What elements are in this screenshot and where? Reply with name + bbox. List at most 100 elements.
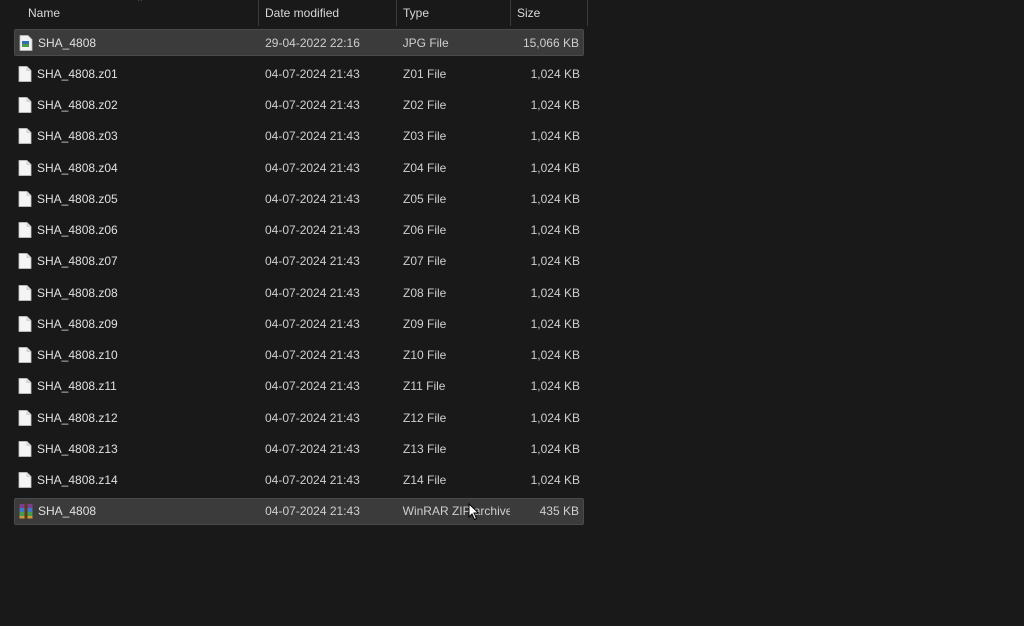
- file-date-modified: 04-07-2024 21:43: [265, 129, 360, 144]
- file-date-modified: 04-07-2024 21:43: [265, 504, 360, 519]
- file-date-modified: 04-07-2024 21:43: [265, 254, 360, 269]
- blank-file-icon: [18, 97, 32, 113]
- file-size: 1,024 KB: [530, 66, 580, 81]
- file-row[interactable]: SHA_4808.z05 04-07-2024 21:43 Z05 File 1,02…: [14, 185, 584, 212]
- file-type: Z11 File: [403, 379, 446, 394]
- sort-ascending-icon: ⌃: [136, 0, 144, 7]
- file-name-cell: SHA_4808.z13: [14, 440, 259, 457]
- file-row[interactable]: SHA_4808.z08 04-07-2024 21:43 Z08 File 1,02…: [14, 279, 584, 306]
- file-name-cell: SHA_4808.z03: [14, 128, 259, 145]
- file-size: 1,024 KB: [530, 379, 580, 394]
- file-row[interactable]: SHA_4808.z04 04-07-2024 21:43 Z04 File 1,02…: [14, 154, 584, 181]
- file-name: SHA_4808.z05: [37, 191, 118, 206]
- file-explorer-list: ⌃ Name Date modified Type Size SHA_4808 2…: [0, 0, 1024, 626]
- file-date-modified: 04-07-2024 21:43: [265, 223, 360, 237]
- file-row[interactable]: SHA_4808.z11 04-07-2024 21:43 Z11 File 1,02…: [14, 373, 584, 400]
- column-header-size[interactable]: Size: [511, 0, 588, 26]
- file-type: JPG File: [402, 35, 449, 50]
- file-name-cell: SHA_4808.z02: [14, 97, 259, 113]
- column-header-date[interactable]: Date modified: [259, 0, 397, 26]
- file-type: WinRAR ZIP archive: [402, 504, 511, 519]
- file-type: Z09 File: [403, 316, 447, 331]
- blank-file-icon: [18, 128, 32, 145]
- file-type: Z06 File: [403, 223, 447, 237]
- file-size: 1,024 KB: [530, 285, 580, 300]
- file-row[interactable]: SHA_4808.z14 04-07-2024 21:43 Z14 File 1,02…: [14, 467, 584, 494]
- file-name-cell: SHA_4808: [15, 34, 259, 51]
- file-size: 1,024 KB: [530, 129, 580, 144]
- blank-file-icon: [18, 65, 32, 82]
- file-name: SHA_4808.z11: [37, 379, 117, 394]
- file-row[interactable]: SHA_4808.z09 04-07-2024 21:43 Z09 File 1,02…: [14, 310, 584, 337]
- blank-file-icon: [18, 347, 32, 363]
- file-size: 1,024 KB: [530, 98, 580, 112]
- file-type: Z08 File: [403, 285, 447, 300]
- column-header-size-label: Size: [517, 6, 541, 20]
- file-row[interactable]: SHA_4808.z13 04-07-2024 21:43 Z13 File 1,02…: [14, 435, 584, 462]
- file-size: 1,024 KB: [530, 223, 580, 237]
- file-name: SHA_4808.z02: [37, 98, 118, 112]
- column-header-name-label: Name: [28, 6, 61, 20]
- file-type: Z14 File: [403, 473, 447, 487]
- file-size: 1,024 KB: [530, 254, 580, 269]
- file-size: 1,024 KB: [530, 473, 580, 487]
- file-size: 1,024 KB: [530, 191, 580, 206]
- blank-file-icon: [18, 159, 32, 176]
- file-size: 15,066 KB: [522, 35, 579, 50]
- file-name: SHA_4808.z12: [37, 410, 118, 425]
- file-row[interactable]: SHA_4808 04-07-2024 21:43 WinRAR ZIP archi…: [14, 497, 584, 525]
- file-name-cell: SHA_4808.z06: [14, 222, 259, 238]
- file-row[interactable]: SHA_4808.z07 04-07-2024 21:43 Z07 File 1,02…: [14, 248, 584, 275]
- column-header-type[interactable]: Type: [397, 0, 511, 26]
- file-row[interactable]: SHA_4808.z02 04-07-2024 21:43 Z02 File 1,02…: [14, 92, 584, 119]
- file-name-cell: SHA_4808.z12: [14, 409, 259, 426]
- file-name-cell: SHA_4808.z07: [14, 253, 259, 270]
- column-header-type-label: Type: [403, 6, 430, 20]
- file-date-modified: 04-07-2024 21:43: [265, 410, 360, 425]
- column-header-name[interactable]: ⌃ Name: [14, 0, 259, 26]
- file-list: SHA_4808 29-04-2022 22:16 JPG File 15,066 K…: [14, 29, 584, 529]
- file-name-cell: SHA_4808.z05: [14, 190, 259, 207]
- file-size: 1,024 KB: [530, 316, 580, 331]
- file-name: SHA_4808: [38, 35, 97, 50]
- file-row[interactable]: SHA_4808.z01 04-07-2024 21:43 Z01 File 1,02…: [14, 60, 584, 87]
- file-date-modified: 04-07-2024 21:43: [265, 441, 360, 456]
- file-type: Z03 File: [403, 129, 447, 144]
- file-date-modified: 04-07-2024 21:43: [265, 379, 360, 394]
- file-row[interactable]: SHA_4808.z03 04-07-2024 21:43 Z03 File 1,02…: [14, 123, 584, 150]
- blank-file-icon: [18, 440, 32, 457]
- file-type: Z01 File: [403, 66, 447, 81]
- file-type: Z12 File: [403, 410, 447, 425]
- winrar-archive-icon: [19, 503, 33, 520]
- file-row[interactable]: SHA_4808.z12 04-07-2024 21:43 Z12 File 1,02…: [14, 404, 584, 431]
- file-date-modified: 04-07-2024 21:43: [265, 473, 360, 487]
- file-name: SHA_4808.z06: [37, 223, 118, 237]
- file-name: SHA_4808.z07: [37, 254, 118, 269]
- file-name: SHA_4808.z13: [37, 441, 118, 456]
- file-name: SHA_4808.z04: [37, 160, 118, 175]
- file-size: 1,024 KB: [530, 410, 580, 425]
- file-row[interactable]: SHA_4808 29-04-2022 22:16 JPG File 15,066 K…: [14, 29, 584, 56]
- file-type: Z05 File: [403, 191, 447, 206]
- column-divider[interactable]: [587, 0, 588, 26]
- file-name-cell: SHA_4808: [15, 503, 259, 520]
- file-name: SHA_4808: [38, 504, 97, 519]
- blank-file-icon: [18, 284, 32, 301]
- file-row[interactable]: SHA_4808.z10 04-07-2024 21:43 Z10 File 1,02…: [14, 342, 584, 369]
- file-name-cell: SHA_4808.z09: [14, 315, 259, 332]
- file-type: Z13 File: [403, 441, 447, 456]
- blank-file-icon: [18, 315, 32, 332]
- file-name: SHA_4808.z09: [37, 316, 118, 331]
- file-name-cell: SHA_4808.z04: [14, 159, 259, 176]
- file-type: Z04 File: [403, 160, 447, 175]
- file-date-modified: 29-04-2022 22:16: [265, 35, 360, 50]
- file-name: SHA_4808.z03: [37, 129, 118, 144]
- file-name-cell: SHA_4808.z14: [14, 472, 259, 488]
- file-type: Z02 File: [403, 98, 447, 112]
- file-size: 1,024 KB: [530, 441, 580, 456]
- file-row[interactable]: SHA_4808.z06 04-07-2024 21:43 Z06 File 1,02…: [14, 217, 584, 244]
- file-type: Z10 File: [403, 348, 447, 362]
- file-date-modified: 04-07-2024 21:43: [265, 348, 360, 362]
- file-name-cell: SHA_4808.z10: [14, 347, 259, 363]
- blank-file-icon: [18, 253, 32, 270]
